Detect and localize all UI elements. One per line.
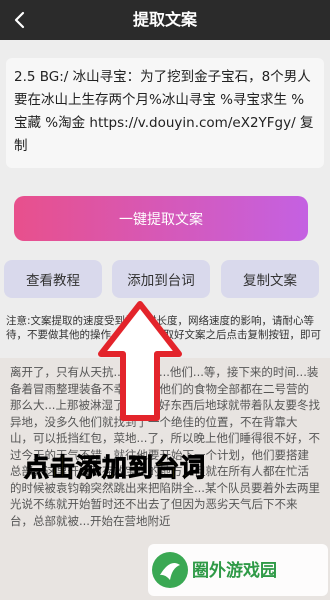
page-title: 提取文案	[132, 10, 197, 29]
copy-text-button[interactable]: 复制文案	[221, 260, 319, 298]
top-bar: 提取文案	[0, 0, 330, 40]
extract-copy-button[interactable]: 一键提取文案	[14, 196, 308, 241]
tutorial-caption: 点击添加到台词	[23, 453, 207, 483]
share-link-input[interactable]: 2.5 BG:/ 冰山寻宝：为了挖到金子宝石，8个男人要在冰山上生存两个月%冰山…	[6, 58, 324, 168]
pointer-arrow-icon	[98, 301, 182, 421]
add-to-lines-button[interactable]: 添加到台词	[112, 260, 210, 298]
view-tutorial-button[interactable]: 查看教程	[4, 260, 102, 298]
site-logo-icon	[152, 552, 188, 588]
watermark-text: 圈外游戏园	[192, 561, 277, 581]
